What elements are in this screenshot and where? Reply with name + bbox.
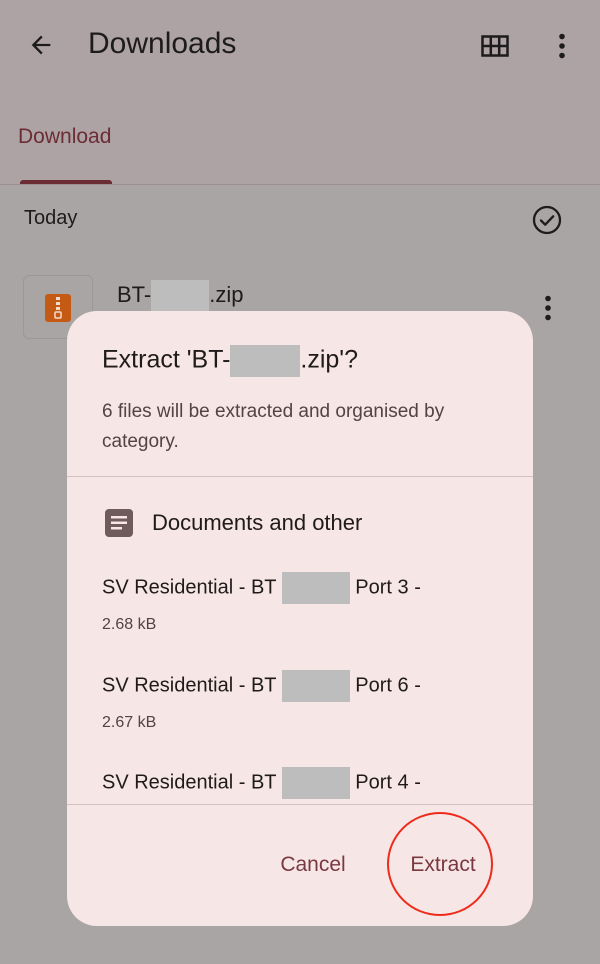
tab-download[interactable]: Download [18,125,111,149]
category-label: Documents and other [152,510,363,535]
more-vert-icon [545,295,551,321]
dialog-title-suffix: .zip'? [300,345,358,374]
item-name-prefix: SV Residential - BT [102,674,277,697]
more-vert-icon [559,33,565,59]
app-bar: Downloads Download [0,0,600,185]
list-item-name: SV Residential - BT Port 3 - [102,572,421,604]
dialog-title-prefix: Extract 'BT- [102,345,231,374]
divider [67,476,533,477]
section-header-today: Today [24,207,78,229]
redaction-block [281,572,350,604]
dialog-message: 6 files will be extracted and organised … [102,401,445,452]
item-name-suffix: Port 3 - [355,576,421,599]
redaction-block [281,670,350,702]
divider [67,804,533,805]
more-options-button[interactable] [548,28,576,64]
item-name-suffix: Port 6 - [355,674,421,697]
document-icon [105,509,133,537]
item-name-prefix: SV Residential - BT [102,576,277,599]
grid-view-icon [481,35,509,57]
list-item-name: SV Residential - BT Port 6 - [102,670,421,702]
page-title: Downloads [88,27,237,60]
list-item-size: 2.68 kB [102,616,157,633]
item-name-suffix: Port 4 - [355,771,421,794]
grid-view-button[interactable] [478,31,512,61]
divider [0,184,600,185]
cancel-button[interactable]: Cancel [263,841,363,889]
zip-file-icon [45,294,71,322]
redaction-block [151,280,210,312]
select-all-button[interactable] [530,203,564,237]
redaction-block [230,345,301,377]
list-item-size: 2.67 kB [102,714,157,731]
extract-dialog: Extract 'BT- .zip'? 6 files will be extra… [67,311,533,926]
list-item-name: SV Residential - BT Port 4 - [102,767,421,799]
redaction-block [281,767,350,799]
item-name-prefix: SV Residential - BT [102,771,277,794]
dialog-title: Extract 'BT- .zip'? [102,345,358,377]
file-name-suffix: .zip [209,281,244,307]
back-button[interactable] [22,26,60,64]
file-more-options-button[interactable] [534,290,562,326]
file-name[interactable]: BT- .zip [117,280,243,312]
check-circle-icon [532,205,562,235]
arrow-back-icon [31,35,51,55]
file-name-prefix: BT- [117,281,152,307]
extract-button[interactable]: Extract [395,841,491,889]
